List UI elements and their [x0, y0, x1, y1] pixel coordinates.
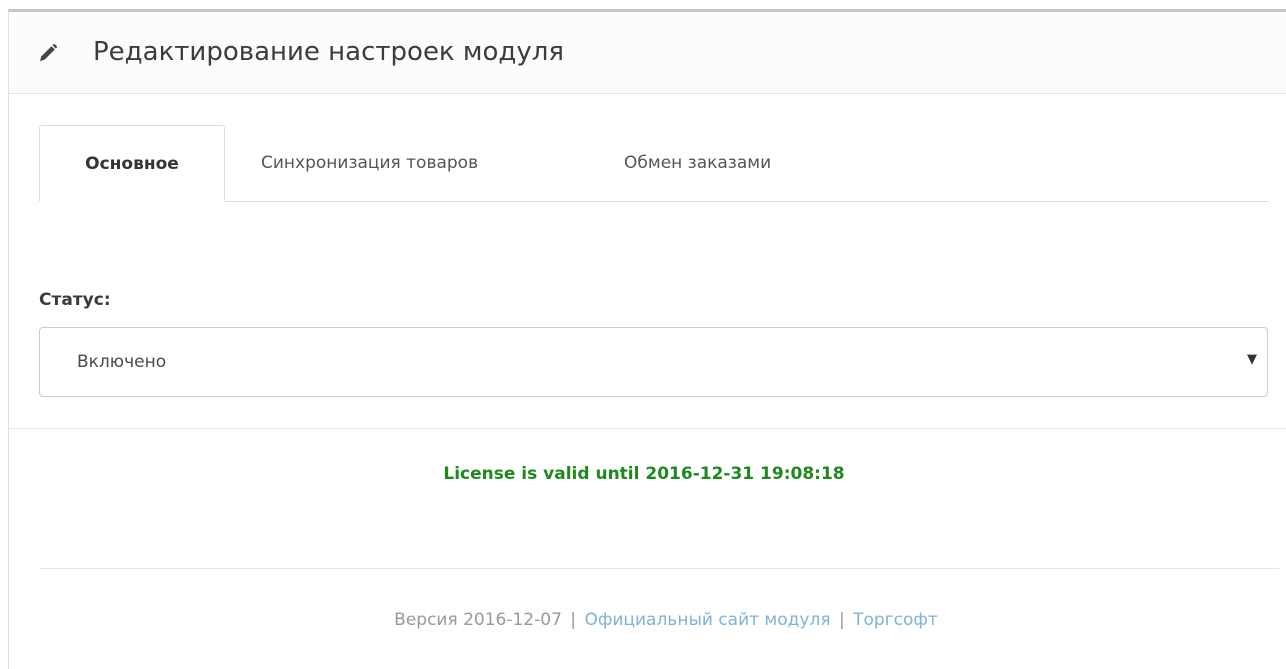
tab-main[interactable]: Основное [39, 125, 225, 202]
tab-bar: Основное Синхронизация товаров Обмен зак… [39, 125, 1269, 202]
footer-separator: | [838, 610, 845, 630]
chevron-down-icon: ▼ [1247, 352, 1257, 367]
panel-heading: Редактирование настроек модуля [9, 12, 1286, 94]
pencil-icon [39, 43, 58, 62]
page-title: Редактирование настроек модуля [93, 37, 565, 67]
status-label: Статус: [39, 290, 111, 310]
official-site-link[interactable]: Официальный сайт модуля [584, 610, 830, 630]
settings-panel: Редактирование настроек модуля Основное … [8, 9, 1286, 669]
tab-order-exchange[interactable]: Обмен заказами [624, 125, 771, 202]
footer-divider [39, 568, 1279, 569]
tab-product-sync[interactable]: Синхронизация товаров [261, 125, 478, 202]
footer-separator: | [570, 610, 577, 630]
version-text: Версия 2016-12-07 [394, 610, 562, 630]
torgsoft-link[interactable]: Торгсофт [853, 610, 938, 630]
license-status: License is valid until 2016-12-31 19:08:… [443, 464, 845, 484]
status-select[interactable]: Включено ▼ [39, 327, 1268, 397]
status-select-value: Включено [77, 352, 167, 372]
footer: Версия 2016-12-07 | Официальный сайт мод… [9, 610, 1286, 630]
section-divider [9, 428, 1286, 429]
